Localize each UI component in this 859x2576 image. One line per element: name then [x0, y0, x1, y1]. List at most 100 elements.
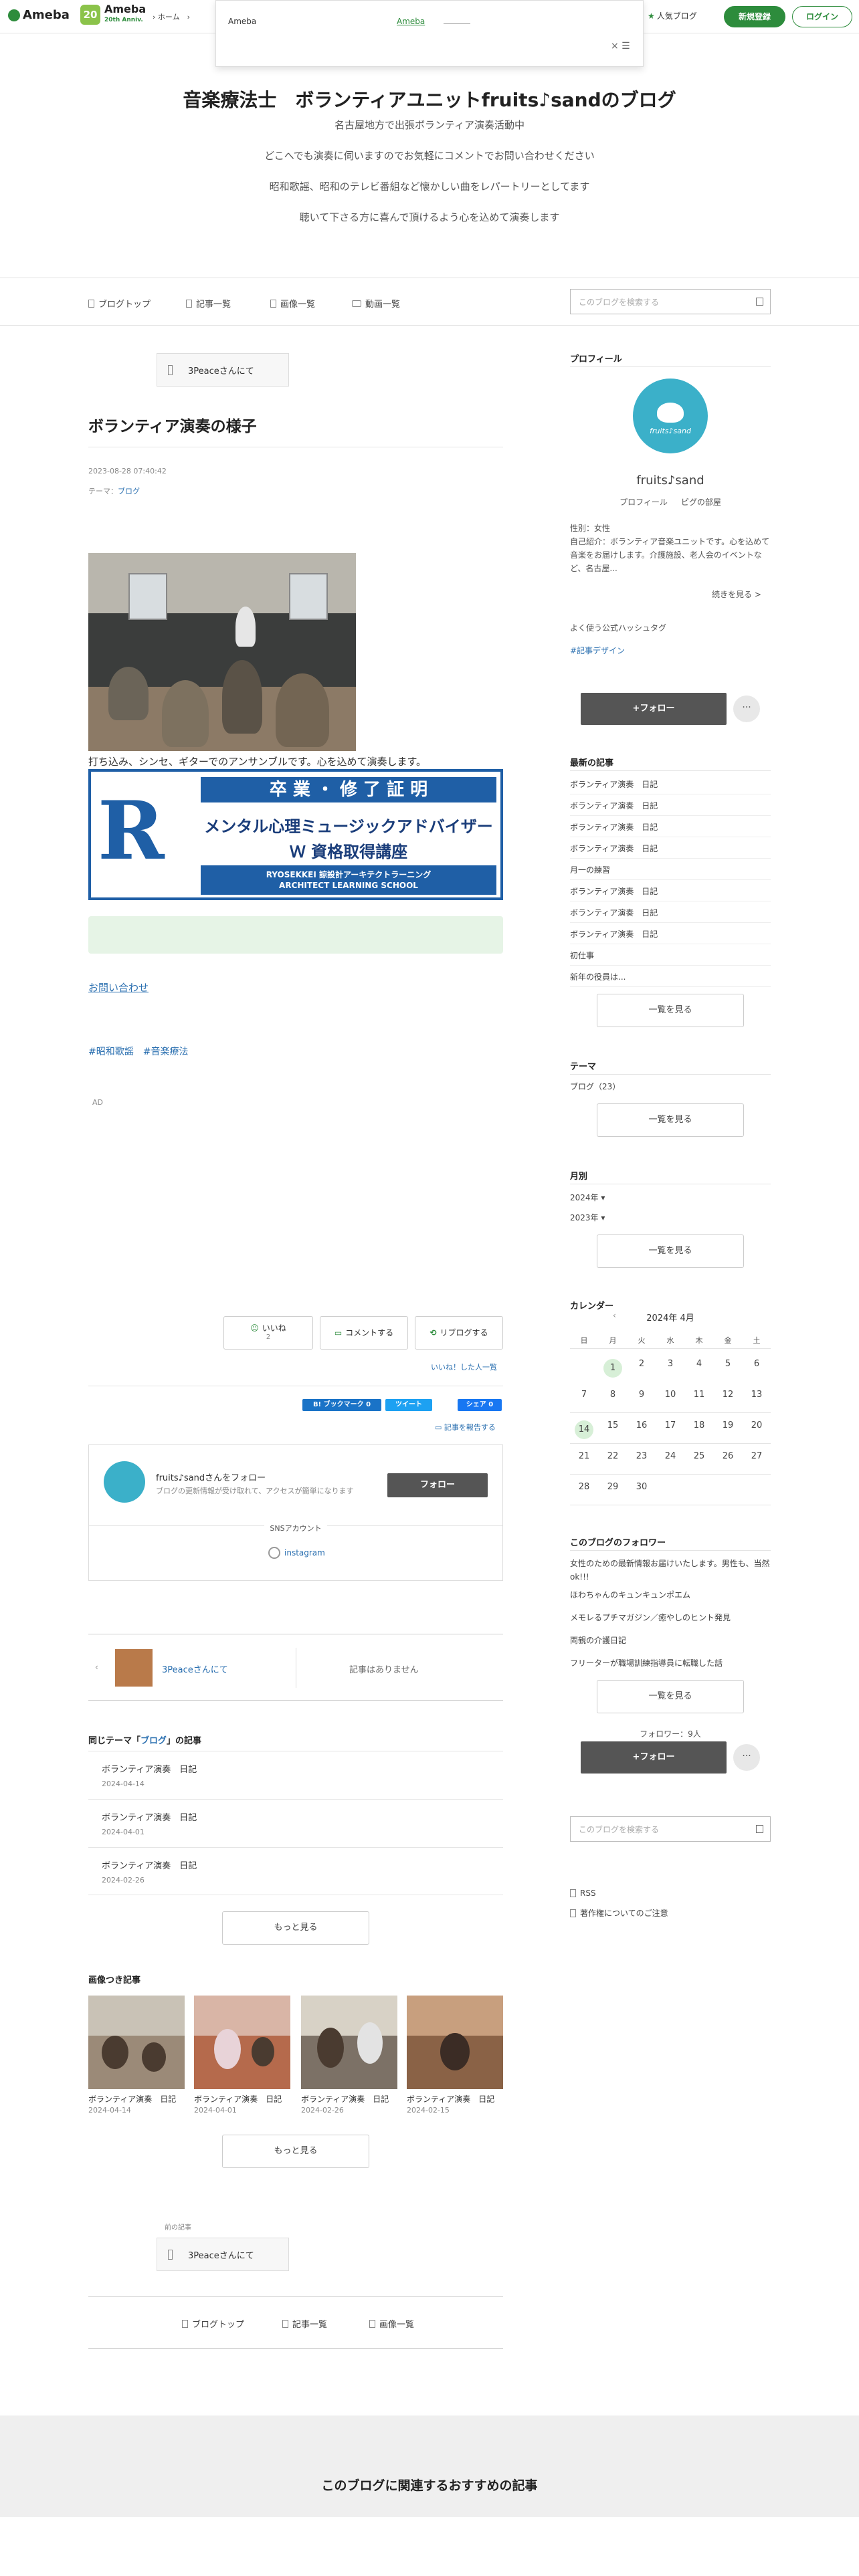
prev-article-link[interactable]: 3Peaceさんにて	[162, 1662, 228, 1675]
footer-nav-article-list[interactable]: 記事一覧	[282, 2317, 327, 2330]
report-article-link[interactable]: ▭ 記事を報告する	[435, 1422, 496, 1432]
footer-nav-blog-top[interactable]: ブログトップ	[182, 2317, 244, 2330]
nav-image-list[interactable]: 画像一覧	[270, 297, 315, 310]
hatena-bookmark-button[interactable]: B! ブックマーク 0	[302, 1399, 381, 1411]
follower-link[interactable]: ほわちゃんのキュンキュンポエム	[570, 1589, 771, 1600]
ad-label: AD	[92, 1098, 103, 1107]
related-article[interactable]: ボランティア演奏 日記 2024-04-01	[88, 1799, 503, 1847]
comment-button[interactable]: ▭ コメントする	[320, 1316, 408, 1350]
more-options-button[interactable]: ···	[733, 695, 760, 722]
recent-article-link[interactable]: ボランティア演奏 日記	[570, 901, 771, 923]
blog-search-input[interactable]: このブログを検索する	[570, 289, 771, 314]
sidebar-follow-button[interactable]: +フォロー	[581, 693, 727, 725]
calendar-day[interactable]: 14	[570, 1420, 598, 1439]
ameba-logo[interactable]: Ameba	[8, 8, 70, 22]
blogger-avatar[interactable]	[104, 1461, 145, 1503]
nav-blog-top[interactable]: ブログトップ	[88, 297, 151, 310]
recent-article-link[interactable]: ボランティア演奏 日記	[570, 794, 771, 816]
profile-avatar[interactable]: fruits♪sand	[633, 379, 708, 453]
sidebar-search-input[interactable]: このブログを検索する	[570, 1816, 771, 1842]
hashtag-link[interactable]: #昭和歌謡	[88, 1047, 134, 1057]
signup-button[interactable]: 新規登録	[724, 6, 785, 27]
profile-more-link[interactable]: 続きを見る >	[712, 588, 761, 600]
pigg-room-link[interactable]: ピグの部屋	[681, 498, 721, 507]
follower-link[interactable]: フリーターが職場訓練指導員に転職した話	[570, 1657, 771, 1669]
theme-link[interactable]: ブログ（23）	[570, 1081, 620, 1092]
calendar-day: 18	[693, 1420, 705, 1430]
monthly-list-button[interactable]: 一覧を見る	[597, 1235, 744, 1268]
image-articles-more-button[interactable]: もっと見る	[222, 2135, 369, 2168]
image-article-card[interactable]: ボランティア演奏 日記 2024-02-15	[407, 1996, 503, 2115]
recent-article-link[interactable]: 月一の練習	[570, 859, 771, 880]
prev-article-thumbnail[interactable]	[115, 1649, 153, 1687]
search-icon[interactable]	[756, 298, 763, 306]
breadcrumb[interactable]: › ホーム ›	[153, 11, 190, 22]
recent-list-button[interactable]: 一覧を見る	[597, 994, 744, 1027]
search-icon[interactable]	[756, 1825, 763, 1833]
blog-title[interactable]: 音楽療法士 ボランティアユニットfruits♪sandのブログ	[0, 86, 859, 112]
rss-link[interactable]: RSS	[570, 1889, 596, 1898]
facebook-share-button[interactable]: シェア 0	[458, 1399, 502, 1411]
follower-link[interactable]: 両親の介護日記	[570, 1634, 771, 1646]
contact-link[interactable]: お問い合わせ	[88, 980, 149, 994]
image-article-thumbnail[interactable]	[301, 1996, 397, 2089]
recent-article-link[interactable]: 新年の役員は...	[570, 966, 771, 987]
recent-title: 最新の記事	[570, 758, 614, 768]
popular-blog-link[interactable]: ★ 人気ブログ	[648, 10, 697, 21]
prev-article-box-bottom[interactable]: 3Peaceさんにて	[157, 2238, 289, 2271]
divider	[570, 1412, 771, 1413]
liked-users-link[interactable]: いいね！した人一覧	[431, 1362, 497, 1372]
theme-list-button[interactable]: 一覧を見る	[597, 1103, 744, 1137]
image-article-card[interactable]: ボランティア演奏 日記 2024-02-26	[301, 1996, 397, 2115]
nav-video-list[interactable]: 動画一覧	[352, 297, 400, 310]
close-icon[interactable]: × ☰	[611, 41, 630, 51]
followers-list-button[interactable]: 一覧を見る	[597, 1680, 744, 1713]
profile-name[interactable]: fruits♪sand	[570, 473, 771, 488]
login-button[interactable]: ログイン	[792, 6, 852, 27]
recent-article-link[interactable]: ボランティア演奏 日記	[570, 816, 771, 837]
recent-article-link[interactable]: ボランティア演奏 日記	[570, 837, 771, 859]
sidebar-follow-button-bottom[interactable]: +フォロー	[581, 1741, 727, 1774]
entry-title[interactable]: ボランティア演奏の様子	[88, 413, 257, 436]
hashtag-link[interactable]: #音楽療法	[143, 1047, 189, 1057]
related-article[interactable]: ボランティア演奏 日記 2024-04-14	[88, 1751, 503, 1799]
chevron-left-icon[interactable]: ‹	[95, 1662, 98, 1672]
related-more-button[interactable]: もっと見る	[222, 1911, 369, 1945]
reblog-button[interactable]: ⟲ リブログする	[415, 1316, 503, 1350]
prev-article-box-top[interactable]: 3Peaceさんにて	[157, 353, 289, 387]
footer-nav: ブログトップ 記事一覧 画像一覧	[88, 2296, 503, 2349]
recommend-section: このブログに関連するおすすめの記事	[0, 2416, 859, 2516]
more-options-button[interactable]: ···	[733, 1744, 760, 1771]
month-2024-link[interactable]: 2024年 ▾	[570, 1192, 605, 1203]
image-article-card[interactable]: ボランティア演奏 日記 2024-04-14	[88, 1996, 185, 2115]
instagram-link[interactable]: instagram	[268, 1547, 325, 1559]
certificate-image[interactable]: R 卒 業 ・ 修 了 証 明 メンタル心理ミュージックアドバイザー Ｗ 資格取…	[88, 769, 503, 900]
recent-article-link[interactable]: ボランティア演奏 日記	[570, 923, 771, 944]
profile-link[interactable]: プロフィール	[619, 498, 668, 507]
recent-article-link[interactable]: ボランティア演奏 日記	[570, 773, 771, 794]
popup-link[interactable]: Ameba	[397, 17, 425, 26]
calendar-day: 22	[607, 1451, 619, 1461]
recent-article-link[interactable]: 初仕事	[570, 944, 771, 966]
chevron-left-icon[interactable]: ‹	[613, 1311, 616, 1320]
image-article-thumbnail[interactable]	[88, 1996, 185, 2089]
anniversary-logo[interactable]: 20 Ameba 20th Anniv.	[80, 4, 146, 25]
hashtag-link[interactable]: #記事デザイン	[570, 645, 625, 656]
calendar-day[interactable]: 1	[599, 1359, 627, 1378]
follower-link[interactable]: 女性のための最新情報お届けいたします。男性も、当然ok!!!	[570, 1557, 771, 1584]
month-2023-link[interactable]: 2023年 ▾	[570, 1212, 605, 1223]
like-button[interactable]: ☺ いいね 2	[223, 1316, 313, 1350]
follower-link[interactable]: メモレるプチマガジン／癒やしのヒント発見	[570, 1612, 771, 1623]
image-article-thumbnail[interactable]	[407, 1996, 503, 2089]
recent-article-link[interactable]: ボランティア演奏 日記	[570, 880, 771, 901]
follow-button[interactable]: フォロー	[387, 1473, 488, 1497]
image-article-thumbnail[interactable]	[194, 1996, 290, 2089]
footer-nav-image-list[interactable]: 画像一覧	[369, 2317, 414, 2330]
entry-photo[interactable]	[88, 553, 356, 751]
image-article-card[interactable]: ボランティア演奏 日記 2024-04-01	[194, 1996, 290, 2115]
tweet-button[interactable]: ツイート	[385, 1399, 432, 1411]
copyright-link[interactable]: 著作権についてのご注意	[570, 1907, 668, 1919]
entry-theme-link[interactable]: ブログ	[118, 487, 140, 496]
nav-article-list[interactable]: 記事一覧	[186, 297, 231, 310]
related-article[interactable]: ボランティア演奏 日記 2024-02-26	[88, 1847, 503, 1895]
